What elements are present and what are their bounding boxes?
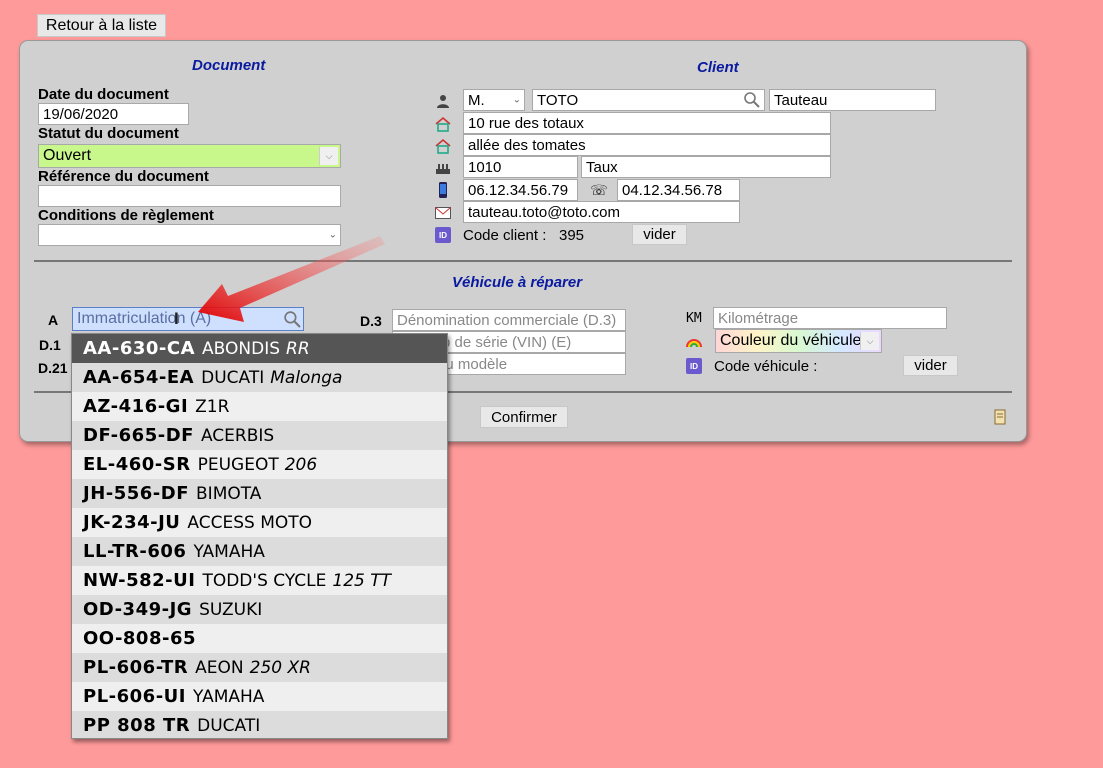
option-plate: AA-630-CA — [83, 338, 196, 359]
document-date-label: Date du document — [38, 86, 169, 103]
document-section-title: Document — [192, 57, 266, 74]
mobile-input[interactable]: 06.12.34.56.79 — [463, 179, 578, 201]
option-model: 206 — [284, 454, 318, 475]
address-line2-input[interactable]: allée des tomates — [463, 134, 831, 156]
annotation-arrow — [198, 236, 385, 322]
scroll-icon[interactable] — [992, 409, 1008, 425]
postcode-input[interactable]: 1010 — [463, 156, 578, 178]
dropdown-option[interactable]: PL-606-UI YAMAHA — [72, 682, 447, 711]
person-icon — [435, 93, 451, 109]
dropdown-option[interactable]: LL-TR-606 YAMAHA — [72, 537, 447, 566]
option-plate: JK-234-JU — [83, 512, 181, 533]
option-plate: PL-606-TR — [83, 657, 189, 678]
payment-conditions-label: Conditions de règlement — [38, 207, 214, 224]
option-plate: OO-808-65 — [83, 628, 197, 649]
option-plate: AA-654-EA — [83, 367, 195, 388]
option-brand: PEUGEOT — [197, 454, 279, 475]
email-input[interactable]: tauteau.toto@toto.com — [463, 201, 740, 223]
option-brand: Z1R — [195, 396, 230, 417]
rainbow-icon — [686, 334, 702, 350]
option-plate: LL-TR-606 — [83, 541, 187, 562]
client-clear-button[interactable]: vider — [632, 224, 687, 245]
option-plate: JH-556-DF — [83, 483, 190, 504]
id-badge-icon: ID — [435, 227, 451, 243]
vehicle-code-label: Code véhicule : — [714, 358, 818, 375]
option-model: 125 TT — [332, 570, 392, 591]
chevron-down-icon: ⌵ — [860, 332, 879, 350]
mobile-phone-icon — [435, 182, 451, 198]
document-reference-label: Référence du document — [38, 168, 209, 185]
chevron-down-icon: ⌵ — [319, 147, 338, 165]
plate-field-label: A — [48, 312, 59, 328]
text-cursor-icon: I — [174, 309, 179, 328]
option-brand: AEON — [195, 657, 244, 678]
vehicle-section-title: Véhicule à réparer — [452, 274, 583, 291]
option-plate: AZ-416-GI — [83, 396, 189, 417]
dropdown-option[interactable]: JK-234-JU ACCESS MOTO — [72, 508, 447, 537]
id-badge-icon: ID — [686, 358, 702, 374]
vehicle-clear-button[interactable]: vider — [903, 355, 958, 376]
plate-autocomplete-dropdown[interactable]: AA-630-CA ABONDIS RR AA-654-EA DUCATI Malonga… — [71, 333, 448, 739]
city-input[interactable]: Taux — [581, 156, 831, 178]
dropdown-option[interactable]: DF-665-DF ACERBIS — [72, 421, 447, 450]
dropdown-option[interactable]: NW-582-UI TODD'S CYCLE 125 TT — [72, 566, 447, 595]
d21-field-label: D.21 — [38, 360, 68, 376]
option-plate: OD-349-JG — [83, 599, 193, 620]
dropdown-option[interactable]: OO-808-65 — [72, 624, 447, 653]
client-code-label: Code client : — [463, 227, 547, 244]
back-to-list-button[interactable]: Retour à la liste — [37, 14, 166, 37]
d1-field-label: D.1 — [39, 337, 61, 353]
option-brand: ACCESS MOTO — [187, 512, 313, 533]
chevron-down-icon: ⌄ — [512, 94, 521, 106]
client-lastname-input[interactable]: TOTO — [532, 89, 765, 111]
document-status-select[interactable]: Ouvert ⌵ — [38, 144, 341, 168]
km-label: KM — [686, 311, 702, 326]
dropdown-option[interactable]: AA-654-EA DUCATI Malonga — [72, 363, 447, 392]
house-icon — [435, 138, 451, 154]
telephone-icon: ☏ — [590, 181, 608, 198]
option-model: RR — [286, 338, 310, 359]
option-plate: DF-665-DF — [83, 425, 194, 446]
dropdown-option[interactable]: JH-556-DF BIMOTA — [72, 479, 447, 508]
option-plate: NW-582-UI — [83, 570, 196, 591]
building-icon — [435, 160, 451, 176]
dropdown-option[interactable]: AZ-416-GI Z1R — [72, 392, 447, 421]
option-brand: BIMOTA — [196, 483, 262, 504]
phone-input[interactable]: 04.12.34.56.78 — [617, 179, 740, 201]
house-icon — [435, 116, 451, 132]
option-brand: DUCATI — [201, 367, 265, 388]
civility-select[interactable]: M. ⌄ — [463, 89, 525, 111]
commercial-name-input[interactable]: Dénomination commerciale (D.3) — [392, 309, 626, 331]
dropdown-option[interactable]: PP 808 TR DUCATI — [72, 711, 447, 738]
option-brand: ABONDIS — [202, 338, 281, 359]
address-line1-input[interactable]: 10 rue des totaux — [463, 112, 831, 134]
option-model: 250 XR — [249, 657, 311, 678]
search-icon[interactable] — [743, 91, 760, 110]
confirm-button[interactable]: Confirmer — [480, 406, 568, 428]
option-brand: ACERBIS — [200, 425, 275, 446]
dropdown-option[interactable]: OD-349-JG SUZUKI — [72, 595, 447, 624]
client-section-title: Client — [697, 59, 739, 76]
dropdown-option[interactable]: AA-630-CA ABONDIS RR — [72, 334, 447, 363]
client-firstname-input[interactable]: Tauteau — [769, 89, 936, 111]
document-status-label: Statut du document — [38, 125, 179, 142]
option-brand: YAMAHA — [193, 541, 265, 562]
dropdown-option[interactable]: PL-606-TR AEON 250 XR — [72, 653, 447, 682]
option-plate: PP 808 TR — [83, 715, 191, 736]
option-plate: EL-460-SR — [83, 454, 191, 475]
option-brand: TODD'S CYCLE — [202, 570, 327, 591]
option-brand: SUZUKI — [199, 599, 263, 620]
client-code-value: 395 — [559, 227, 585, 244]
vehicle-color-select[interactable]: Couleur du véhicule ⌵ — [715, 329, 882, 353]
option-brand: DUCATI — [197, 715, 261, 736]
mileage-input[interactable]: Kilométrage — [713, 307, 947, 329]
envelope-icon — [435, 205, 451, 221]
document-date-field[interactable]: 19/06/2020 — [38, 103, 189, 125]
option-model: Malonga — [270, 367, 343, 388]
option-brand: YAMAHA — [193, 686, 265, 707]
option-plate: PL-606-UI — [83, 686, 186, 707]
dropdown-option[interactable]: EL-460-SR PEUGEOT 206 — [72, 450, 447, 479]
document-reference-input[interactable] — [38, 185, 341, 207]
